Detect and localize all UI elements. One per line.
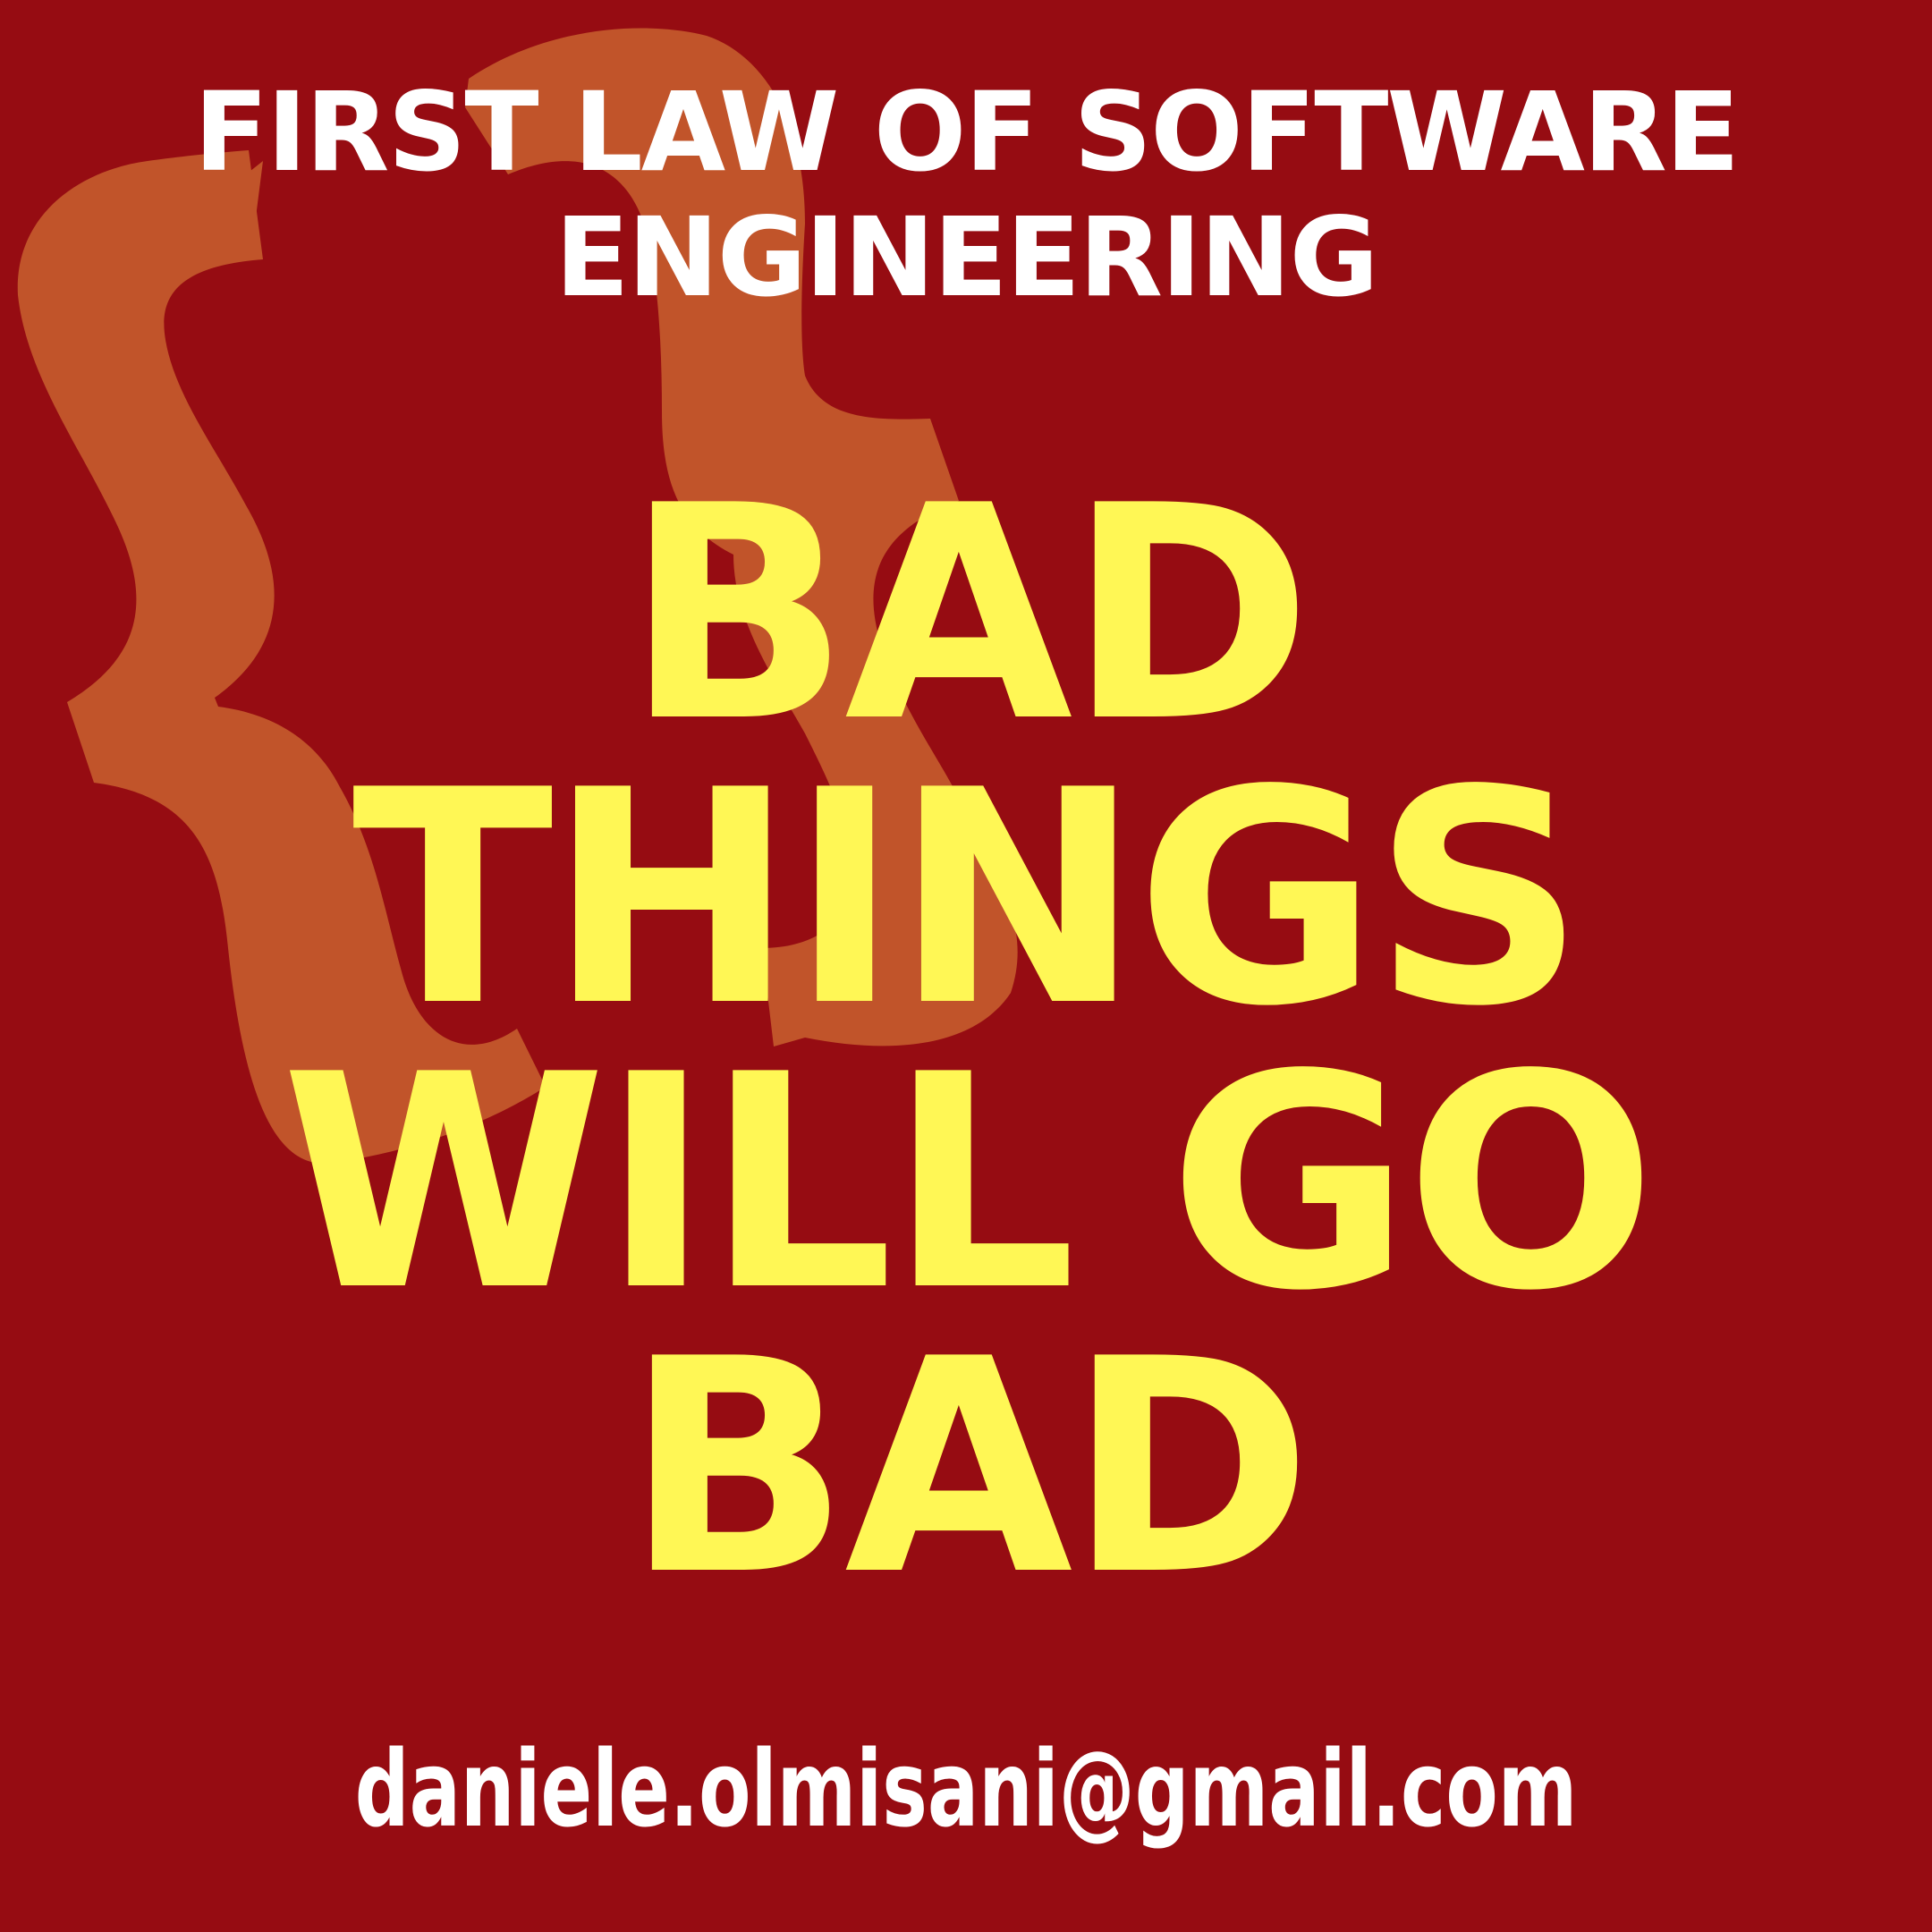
headline-line-2: THINGS <box>352 727 1586 1071</box>
header-title: FIRST LAW OF SOFTWARE ENGINEERING <box>0 70 1932 320</box>
header-title-line-2: ENGINEERING <box>555 194 1378 321</box>
header-title-line-1: FIRST LAW OF SOFTWARE <box>193 69 1740 196</box>
headline-line-1: BAD <box>624 443 1313 786</box>
headline: BAD THINGS WILL GO BAD <box>0 443 1932 1640</box>
headline-line-4: BAD <box>624 1296 1313 1640</box>
contact-email: daniele.olmisani@gmail.com <box>354 1727 1578 1851</box>
headline-line-3: WILL GO <box>281 1012 1657 1355</box>
